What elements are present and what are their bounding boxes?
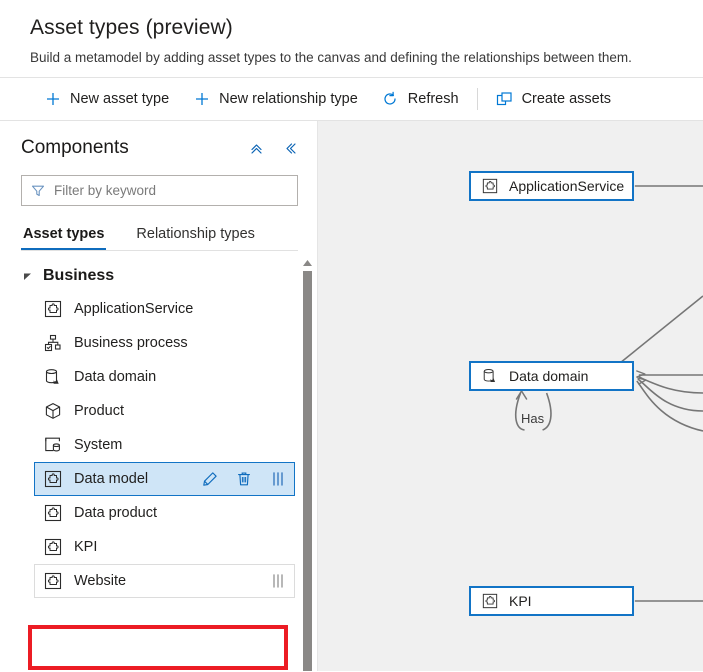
list-item[interactable]: Product bbox=[34, 394, 295, 428]
edge-label-has: Has bbox=[521, 411, 544, 426]
row-actions bbox=[201, 471, 286, 488]
refresh-button[interactable]: Refresh bbox=[370, 82, 471, 116]
filter-input[interactable]: Filter by keyword bbox=[21, 175, 298, 206]
body: Components bbox=[0, 121, 703, 671]
canvas-node-data-domain[interactable]: Data domain bbox=[469, 361, 634, 391]
sidebar-scrollbar[interactable] bbox=[300, 251, 315, 671]
new-relationship-type-button[interactable]: New relationship type bbox=[181, 82, 370, 116]
puzzle-box-icon bbox=[43, 504, 62, 523]
list-item[interactable]: Data product bbox=[34, 496, 295, 530]
components-panel: Components bbox=[0, 121, 318, 671]
double-chevron-up-icon[interactable] bbox=[243, 135, 269, 161]
trash-icon[interactable] bbox=[235, 471, 252, 488]
row-actions bbox=[269, 573, 286, 590]
list-item[interactable]: ApplicationService bbox=[34, 292, 295, 326]
tab-asset-types[interactable]: Asset types bbox=[21, 220, 106, 251]
pencil-icon[interactable] bbox=[201, 471, 218, 488]
plus-icon bbox=[193, 91, 210, 108]
puzzle-box-icon bbox=[43, 470, 62, 489]
create-assets-button[interactable]: Create assets bbox=[484, 82, 623, 116]
data-domain-icon bbox=[43, 368, 62, 387]
canvas-node-applicationservice[interactable]: ApplicationService bbox=[469, 171, 634, 201]
canvas-node-label: Data domain bbox=[509, 368, 588, 384]
filter-wrapper: Filter by keyword bbox=[0, 163, 317, 206]
page-subtitle: Build a metamodel by adding asset types … bbox=[30, 48, 703, 67]
asset-types-page: Asset types (preview) Build a metamodel … bbox=[0, 0, 703, 672]
drag-handle-icon[interactable] bbox=[269, 573, 286, 590]
list-item-label: Data product bbox=[74, 505, 157, 521]
tab-relationship-types[interactable]: Relationship types bbox=[134, 220, 257, 251]
list-item-label: Product bbox=[74, 403, 124, 419]
sidebar-tabs: Asset types Relationship types bbox=[0, 220, 317, 251]
puzzle-box-icon bbox=[43, 538, 62, 557]
copy-stack-icon bbox=[496, 91, 513, 108]
filter-placeholder: Filter by keyword bbox=[54, 183, 156, 198]
system-icon bbox=[43, 436, 62, 455]
org-chart-icon bbox=[43, 334, 62, 353]
list-item[interactable]: Website bbox=[34, 564, 295, 598]
list-item-label: Data model bbox=[74, 471, 148, 487]
asset-types-tree: Business ApplicationService bbox=[0, 251, 317, 671]
puzzle-box-icon bbox=[43, 300, 62, 319]
list-item-label: Business process bbox=[74, 335, 188, 351]
caret-down-icon bbox=[22, 271, 32, 281]
metamodel-canvas[interactable]: ApplicationService Data domain bbox=[318, 121, 703, 671]
refresh-label: Refresh bbox=[408, 91, 459, 107]
refresh-icon bbox=[382, 91, 399, 108]
puzzle-box-icon bbox=[481, 178, 498, 195]
create-assets-label: Create assets bbox=[522, 91, 611, 107]
drag-handle-icon[interactable] bbox=[269, 471, 286, 488]
canvas-node-label: KPI bbox=[509, 593, 532, 609]
new-relationship-type-label: New relationship type bbox=[219, 91, 358, 107]
filter-funnel-icon bbox=[31, 184, 45, 198]
plus-icon bbox=[44, 91, 61, 108]
components-title: Components bbox=[21, 135, 243, 161]
scroll-up-arrow-icon[interactable] bbox=[300, 253, 315, 267]
list-item-label: Website bbox=[74, 573, 126, 589]
scrollbar-thumb[interactable] bbox=[303, 271, 312, 671]
list-item[interactable]: KPI bbox=[34, 530, 295, 564]
page-title: Asset types (preview) bbox=[30, 14, 703, 42]
list-item[interactable]: Business process bbox=[34, 326, 295, 360]
components-header: Components bbox=[0, 121, 317, 163]
command-bar: New asset type New relationship type Ref… bbox=[0, 77, 703, 121]
list-item-label: System bbox=[74, 437, 122, 453]
puzzle-box-icon bbox=[481, 593, 498, 610]
canvas-node-kpi[interactable]: KPI bbox=[469, 586, 634, 616]
list-item-data-model[interactable]: Data model bbox=[34, 462, 295, 496]
new-asset-type-label: New asset type bbox=[70, 91, 169, 107]
canvas-node-label: ApplicationService bbox=[509, 178, 624, 194]
list-item-label: Data domain bbox=[74, 369, 156, 385]
product-box-icon bbox=[43, 402, 62, 421]
page-header: Asset types (preview) Build a metamodel … bbox=[0, 0, 703, 77]
tree-group-label: Business bbox=[43, 267, 114, 285]
list-item-label: KPI bbox=[74, 539, 97, 555]
double-chevron-left-icon[interactable] bbox=[277, 135, 303, 161]
new-asset-type-button[interactable]: New asset type bbox=[32, 82, 181, 116]
data-domain-icon bbox=[481, 368, 498, 385]
tree-group-business[interactable]: Business bbox=[0, 260, 317, 292]
list-item[interactable]: System bbox=[34, 428, 295, 462]
puzzle-box-icon bbox=[43, 572, 62, 591]
command-bar-divider bbox=[477, 88, 478, 110]
list-item[interactable]: Data domain bbox=[34, 360, 295, 394]
list-item-label: ApplicationService bbox=[74, 301, 193, 317]
